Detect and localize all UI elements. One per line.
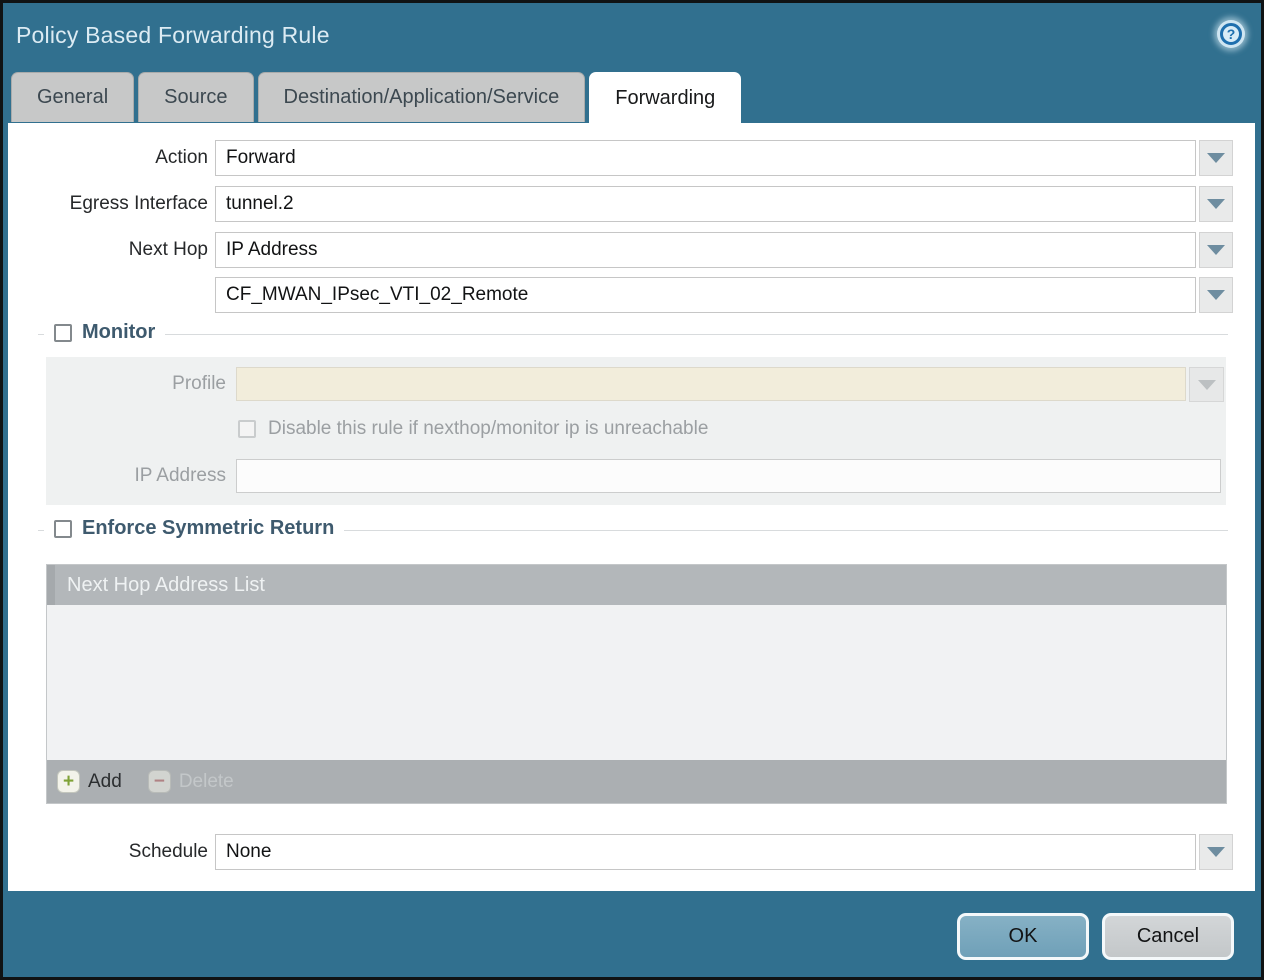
disable-rule-checkbox: [238, 420, 256, 438]
tab-destination-application-service[interactable]: Destination/Application/Service: [258, 72, 586, 122]
tab-general[interactable]: General: [11, 72, 134, 122]
delete-button: − Delete: [148, 770, 234, 793]
next-hop-address-dropdown-button[interactable]: [1199, 277, 1233, 313]
enforce-symmetric-return-legend: Enforce Symmetric Return: [44, 517, 344, 540]
chevron-down-icon: [1207, 847, 1225, 857]
tab-source[interactable]: Source: [138, 72, 253, 122]
enforce-symmetric-return-label: Enforce Symmetric Return: [82, 517, 334, 540]
delete-button-label: Delete: [179, 771, 234, 793]
add-button-label: Add: [88, 771, 122, 793]
ok-button-label: OK: [1009, 925, 1038, 948]
monitor-legend: Monitor: [44, 321, 165, 344]
chevron-down-icon: [1207, 245, 1225, 255]
next-hop-type-dropdown[interactable]: IP Address: [215, 232, 1233, 268]
next-hop-address-row: CF_MWAN_IPsec_VTI_02_Remote: [8, 277, 1255, 313]
plus-icon: +: [57, 770, 80, 793]
monitor-legend-label: Monitor: [82, 321, 155, 344]
egress-interface-row: Egress Interface tunnel.2: [8, 186, 1255, 222]
next-hop-address-table: Next Hop Address List + Add − Delete: [46, 564, 1227, 804]
tab-destination-label: Destination/Application/Service: [284, 86, 560, 109]
monitor-ip-address-input: [236, 459, 1221, 493]
monitor-panel: Profile Disable this rule if nexthop/mon…: [46, 357, 1226, 505]
cancel-button-label: Cancel: [1137, 925, 1199, 948]
chevron-down-icon: [1207, 153, 1225, 163]
next-hop-row: Next Hop IP Address: [8, 232, 1255, 268]
cancel-button[interactable]: Cancel: [1102, 913, 1234, 960]
next-hop-address-list-header-label: Next Hop Address List: [67, 574, 265, 597]
chevron-down-icon: [1198, 380, 1216, 390]
question-mark-glyph: ?: [1220, 23, 1242, 45]
next-hop-address-list-header: Next Hop Address List: [47, 565, 1226, 605]
monitor-fieldset: Monitor Profile Disable this rule if nex…: [38, 334, 1228, 508]
next-hop-address-table-body[interactable]: [47, 605, 1226, 760]
action-row: Action Forward: [8, 140, 1255, 176]
next-hop-type-dropdown-button[interactable]: [1199, 232, 1233, 268]
next-hop-address-table-toolbar: + Add − Delete: [47, 760, 1226, 803]
tab-forwarding-label: Forwarding: [615, 87, 715, 110]
enforce-symmetric-return-fieldset: Enforce Symmetric Return Next Hop Addres…: [38, 530, 1228, 822]
help-icon[interactable]: ?: [1217, 20, 1245, 48]
schedule-dropdown-button[interactable]: [1199, 834, 1233, 870]
schedule-label: Schedule: [8, 834, 208, 870]
disable-rule-row: Disable this rule if nexthop/monitor ip …: [238, 417, 708, 441]
egress-interface-label: Egress Interface: [8, 186, 208, 222]
profile-field: [236, 367, 1186, 401]
next-hop-address-dropdown[interactable]: CF_MWAN_IPsec_VTI_02_Remote: [215, 277, 1233, 313]
schedule-dropdown[interactable]: None: [215, 834, 1233, 870]
tab-source-label: Source: [164, 86, 227, 109]
chevron-down-icon: [1207, 290, 1225, 300]
next-hop-label: Next Hop: [8, 232, 208, 268]
action-value[interactable]: Forward: [215, 140, 1196, 176]
disable-rule-label: Disable this rule if nexthop/monitor ip …: [268, 418, 708, 440]
action-label: Action: [8, 140, 208, 176]
dialog-titlebar: Policy Based Forwarding Rule ?: [3, 3, 1261, 67]
monitor-checkbox[interactable]: [54, 324, 72, 342]
ok-button[interactable]: OK: [957, 913, 1089, 960]
forwarding-tab-panel: Action Forward Egress Interface tunnel.2…: [8, 123, 1255, 891]
egress-interface-value[interactable]: tunnel.2: [215, 186, 1196, 222]
next-hop-type-value[interactable]: IP Address: [215, 232, 1196, 268]
egress-interface-dropdown-button[interactable]: [1199, 186, 1233, 222]
action-dropdown[interactable]: Forward: [215, 140, 1233, 176]
tab-general-label: General: [37, 86, 108, 109]
profile-label: Profile: [46, 367, 226, 401]
chevron-down-icon: [1207, 199, 1225, 209]
tab-forwarding[interactable]: Forwarding: [589, 72, 741, 123]
minus-icon: −: [148, 770, 171, 793]
action-dropdown-button[interactable]: [1199, 140, 1233, 176]
schedule-value[interactable]: None: [215, 834, 1196, 870]
dialog-title: Policy Based Forwarding Rule: [16, 22, 330, 49]
monitor-ip-address-label: IP Address: [46, 459, 226, 493]
tab-bar: General Source Destination/Application/S…: [11, 72, 741, 123]
next-hop-address-value[interactable]: CF_MWAN_IPsec_VTI_02_Remote: [215, 277, 1196, 313]
profile-dropdown-button: [1189, 367, 1224, 402]
policy-based-forwarding-dialog: Policy Based Forwarding Rule ? General S…: [0, 0, 1264, 980]
add-button[interactable]: + Add: [57, 770, 122, 793]
schedule-row: Schedule None: [8, 834, 1255, 870]
enforce-symmetric-return-checkbox[interactable]: [54, 520, 72, 538]
egress-interface-dropdown[interactable]: tunnel.2: [215, 186, 1233, 222]
